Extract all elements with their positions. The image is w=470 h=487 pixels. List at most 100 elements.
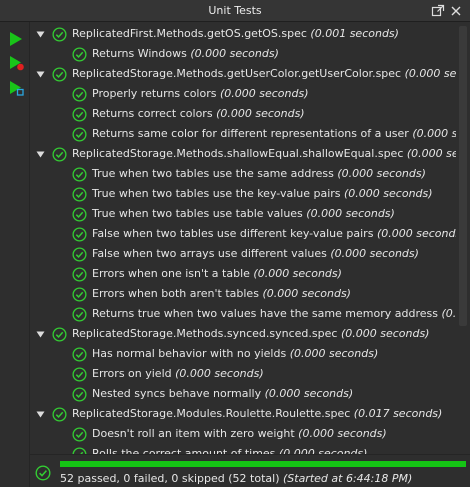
scrollbar-thumb[interactable] <box>459 26 467 326</box>
pass-check-icon <box>72 307 87 322</box>
pass-check-icon <box>72 447 87 454</box>
test-duration: (0.000 seconds) <box>330 247 419 260</box>
test-name: ReplicatedStorage.Methods.synced.synced.… <box>72 327 338 340</box>
test-label: True when two tables use the key-value p… <box>92 187 433 200</box>
test-name: Errors when one isn't a table <box>92 267 250 280</box>
test-case-row[interactable]: Doesn't roll an item with zero weight (0… <box>30 424 470 444</box>
test-duration: (0.017 seconds) <box>353 407 443 420</box>
test-case-row[interactable]: False when two tables use different key-… <box>30 224 470 244</box>
test-label: Returns correct colors (0.000 seconds) <box>92 107 305 120</box>
test-duration: (0.000 seconds) <box>278 447 368 454</box>
test-label: False when two arrays use different valu… <box>92 247 419 260</box>
test-duration: (0.000 seconds) <box>216 107 305 120</box>
test-case-row[interactable]: Errors on yield (0.000 seconds) <box>30 364 470 384</box>
test-suite-row[interactable]: ReplicatedStorage.Methods.getUserColor.g… <box>30 64 470 84</box>
expand-arrow-icon[interactable] <box>36 329 45 338</box>
play-failed-icon <box>10 56 24 71</box>
test-duration: (0.000 seconds) <box>306 207 395 220</box>
test-label: Returns true when two values have the sa… <box>92 307 470 320</box>
test-case-row[interactable]: Errors when one isn't a table (0.000 sec… <box>30 264 470 284</box>
test-label: Doesn't roll an item with zero weight (0… <box>92 427 387 440</box>
pass-check-icon <box>72 347 87 362</box>
test-name: Errors when both aren't tables <box>92 287 259 300</box>
play-icon <box>10 32 22 46</box>
test-name: ReplicatedStorage.Methods.getUserColor.g… <box>72 67 402 80</box>
test-suite-row[interactable]: ReplicatedStorage.Methods.synced.synced.… <box>30 324 470 344</box>
test-duration: (0.000 seconds) <box>264 387 354 400</box>
test-case-row[interactable]: Rolls the correct amount of times (0.000… <box>30 444 470 454</box>
test-name: Properly returns colors <box>92 87 217 100</box>
test-case-row[interactable]: Returns true when two values have the sa… <box>30 304 470 324</box>
test-label: True when two tables use table values (0… <box>92 207 395 220</box>
status-counts: 52 passed, 0 failed, 0 skipped (52 total… <box>60 472 280 485</box>
test-case-row[interactable]: Errors when both aren't tables (0.000 se… <box>30 284 470 304</box>
pass-check-icon <box>52 327 67 342</box>
undock-icon[interactable] <box>431 4 445 18</box>
test-duration: (0.000 seconds) <box>219 87 309 100</box>
window-title: Unit Tests <box>208 4 262 17</box>
test-label: False when two tables use different key-… <box>92 227 465 240</box>
test-suite-row[interactable]: ReplicatedStorage.Methods.shallowEqual.s… <box>30 144 470 164</box>
expand-arrow-icon[interactable] <box>36 409 45 418</box>
run-all-button[interactable] <box>8 31 24 47</box>
test-label: Errors when one isn't a table (0.000 sec… <box>92 267 342 280</box>
test-name: False when two tables use different key-… <box>92 227 374 240</box>
test-duration: (0.000 seconds) <box>340 327 430 340</box>
pass-check-icon <box>72 387 87 402</box>
test-label: Has normal behavior with no yields (0.00… <box>92 347 378 360</box>
run-failed-button[interactable] <box>8 55 24 71</box>
pass-check-icon <box>72 87 87 102</box>
status-summary: 52 passed, 0 failed, 0 skipped (52 total… <box>60 472 412 485</box>
test-case-row[interactable]: Returns correct colors (0.000 seconds) <box>30 104 470 124</box>
test-suite-row[interactable]: ReplicatedFirst.Methods.getOS.getOS.spec… <box>30 24 470 44</box>
test-name: ReplicatedStorage.Modules.Roulette.Roule… <box>72 407 351 420</box>
test-case-row[interactable]: Returns Windows (0.000 seconds) <box>30 44 470 64</box>
test-name: ReplicatedFirst.Methods.getOS.getOS.spec <box>72 27 307 40</box>
test-duration: (0.000 seconds) <box>344 187 433 200</box>
test-results-tree[interactable]: ReplicatedFirst.Methods.getOS.getOS.spec… <box>30 22 470 454</box>
test-case-row[interactable]: Has normal behavior with no yields (0.00… <box>30 344 470 364</box>
status-bar: 52 passed, 0 failed, 0 skipped (52 total… <box>30 454 470 487</box>
test-label: True when two tables use the same addres… <box>92 167 426 180</box>
test-case-row[interactable]: True when two tables use the key-value p… <box>30 184 470 204</box>
pass-check-icon <box>72 127 87 142</box>
test-name: Returns true when two values have the sa… <box>92 307 438 320</box>
test-case-row[interactable]: True when two tables use table values (0… <box>30 204 470 224</box>
test-label: Returns Windows (0.000 seconds) <box>92 47 279 60</box>
test-duration: (0.000 seconds) <box>253 267 342 280</box>
test-case-row[interactable]: Properly returns colors (0.000 seconds) <box>30 84 470 104</box>
expand-arrow-icon[interactable] <box>36 29 45 38</box>
test-label: ReplicatedStorage.Methods.shallowEqual.s… <box>72 147 470 160</box>
test-name: True when two tables use the key-value p… <box>92 187 341 200</box>
pass-check-icon <box>72 207 87 222</box>
test-duration: (0.001 seconds) <box>310 27 399 40</box>
test-label: Errors on yield (0.000 seconds) <box>92 367 264 380</box>
expand-arrow-icon[interactable] <box>36 69 45 78</box>
test-case-row[interactable]: Returns same color for different represe… <box>30 124 470 144</box>
test-label: Properly returns colors (0.000 seconds) <box>92 87 309 100</box>
test-label: Returns same color for different represe… <box>92 127 470 140</box>
close-icon[interactable] <box>449 4 463 18</box>
status-started-time: (Started at 6:44:18 PM) <box>282 472 413 485</box>
expand-arrow-icon[interactable] <box>36 149 45 158</box>
progress-fill <box>60 461 466 467</box>
test-duration: (0.000 seconds) <box>376 227 466 240</box>
test-label: ReplicatedFirst.Methods.getOS.getOS.spec… <box>72 27 399 40</box>
pass-check-icon <box>72 227 87 242</box>
test-name: True when two tables use table values <box>92 207 303 220</box>
scrollbar[interactable] <box>456 24 470 452</box>
pass-check-icon <box>72 187 87 202</box>
test-suite-row[interactable]: ReplicatedStorage.Modules.Roulette.Roule… <box>30 404 470 424</box>
test-case-row[interactable]: False when two arrays use different valu… <box>30 244 470 264</box>
test-label: ReplicatedStorage.Modules.Roulette.Roule… <box>72 407 442 420</box>
pass-check-icon <box>72 107 87 122</box>
pass-check-icon <box>72 287 87 302</box>
test-name: ReplicatedStorage.Methods.shallowEqual.s… <box>72 147 404 160</box>
test-case-row[interactable]: Nested syncs behave normally (0.000 seco… <box>30 384 470 404</box>
test-name: Errors on yield <box>92 367 172 380</box>
test-case-row[interactable]: True when two tables use the same addres… <box>30 164 470 184</box>
test-duration: (0.000 seconds) <box>175 367 264 380</box>
test-duration: (0.000 seconds) <box>289 347 379 360</box>
test-name: True when two tables use the same addres… <box>92 167 334 180</box>
run-selected-button[interactable] <box>8 80 24 96</box>
